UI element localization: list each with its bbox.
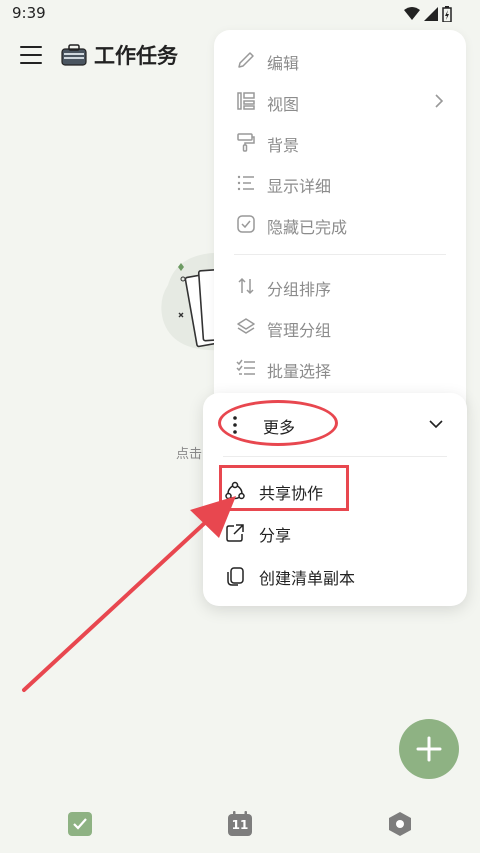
menu-item-group-sort[interactable]: 分组排序 <box>214 266 466 306</box>
tab-settings[interactable] <box>387 811 413 837</box>
chevron-down-icon <box>429 420 443 429</box>
view-layout-icon <box>237 92 255 110</box>
paint-roller-icon <box>237 133 255 152</box>
calendar-day: 11 <box>231 818 249 832</box>
menu-item-label: 分享 <box>259 526 292 545</box>
menu-item-edit[interactable]: 编辑 <box>214 40 466 80</box>
checkbox-checked-icon <box>68 812 92 836</box>
bottom-navigation: 11 <box>0 798 480 853</box>
menu-item-show-details[interactable]: 显示详细 <box>214 163 466 203</box>
status-time: 9:39 <box>12 4 46 22</box>
menu-item-share[interactable]: 分享 <box>203 513 467 553</box>
menu-item-background[interactable]: 背景 <box>214 122 466 162</box>
checklist-icon <box>236 359 255 375</box>
menu-item-hide-completed[interactable]: 隐藏已完成 <box>214 204 466 244</box>
tab-calendar[interactable]: 11 <box>227 811 253 837</box>
add-task-button[interactable] <box>399 719 459 779</box>
menu-item-label: 编辑 <box>267 54 300 73</box>
menu-divider <box>234 254 446 255</box>
wifi-icon <box>404 7 420 20</box>
menu-item-label: 分组排序 <box>267 280 332 299</box>
share-external-icon <box>226 524 244 542</box>
list-detail-icon <box>237 175 254 191</box>
page-header: 工作任务 <box>60 40 178 70</box>
sort-arrows-icon <box>238 277 254 295</box>
menu-item-label: 创建清单副本 <box>259 569 356 588</box>
plus-icon <box>416 736 442 762</box>
chevron-right-icon <box>435 94 444 108</box>
layers-icon <box>237 318 255 334</box>
menu-item-label: 管理分组 <box>267 321 332 340</box>
menu-divider <box>223 456 447 457</box>
menu-item-label: 隐藏已完成 <box>267 218 348 237</box>
briefcase-icon <box>61 44 87 66</box>
menu-item-label: 背景 <box>267 136 300 155</box>
empty-state-hint: 点击 <box>176 447 203 462</box>
status-bar: 9:39 <box>0 0 480 28</box>
status-icons <box>404 6 452 22</box>
options-menu: 编辑 视图 背景 显示详细 隐藏已完成 分组排序 管理分组 批量选择 <box>214 30 466 420</box>
menu-item-manage-groups[interactable]: 管理分组 <box>214 307 466 347</box>
annotation-highlight-box <box>219 465 349 511</box>
menu-item-label: 视图 <box>267 95 300 114</box>
menu-item-batch-select[interactable]: 批量选择 <box>214 348 466 388</box>
menu-item-label: 批量选择 <box>267 362 332 381</box>
page-title: 工作任务 <box>94 44 178 68</box>
menu-item-label: 显示详细 <box>267 177 332 196</box>
hexagon-settings-icon <box>389 812 411 836</box>
menu-item-view[interactable]: 视图 <box>214 81 466 121</box>
copy-icon <box>227 567 244 586</box>
signal-icon <box>424 7 438 21</box>
annotation-oval <box>218 400 338 446</box>
menu-item-duplicate-list[interactable]: 创建清单副本 <box>203 556 467 596</box>
hamburger-menu-icon[interactable] <box>20 46 42 64</box>
pencil-icon <box>238 52 254 68</box>
battery-icon <box>442 6 452 22</box>
check-hide-icon <box>237 215 255 233</box>
tab-tasks[interactable] <box>67 811 93 837</box>
